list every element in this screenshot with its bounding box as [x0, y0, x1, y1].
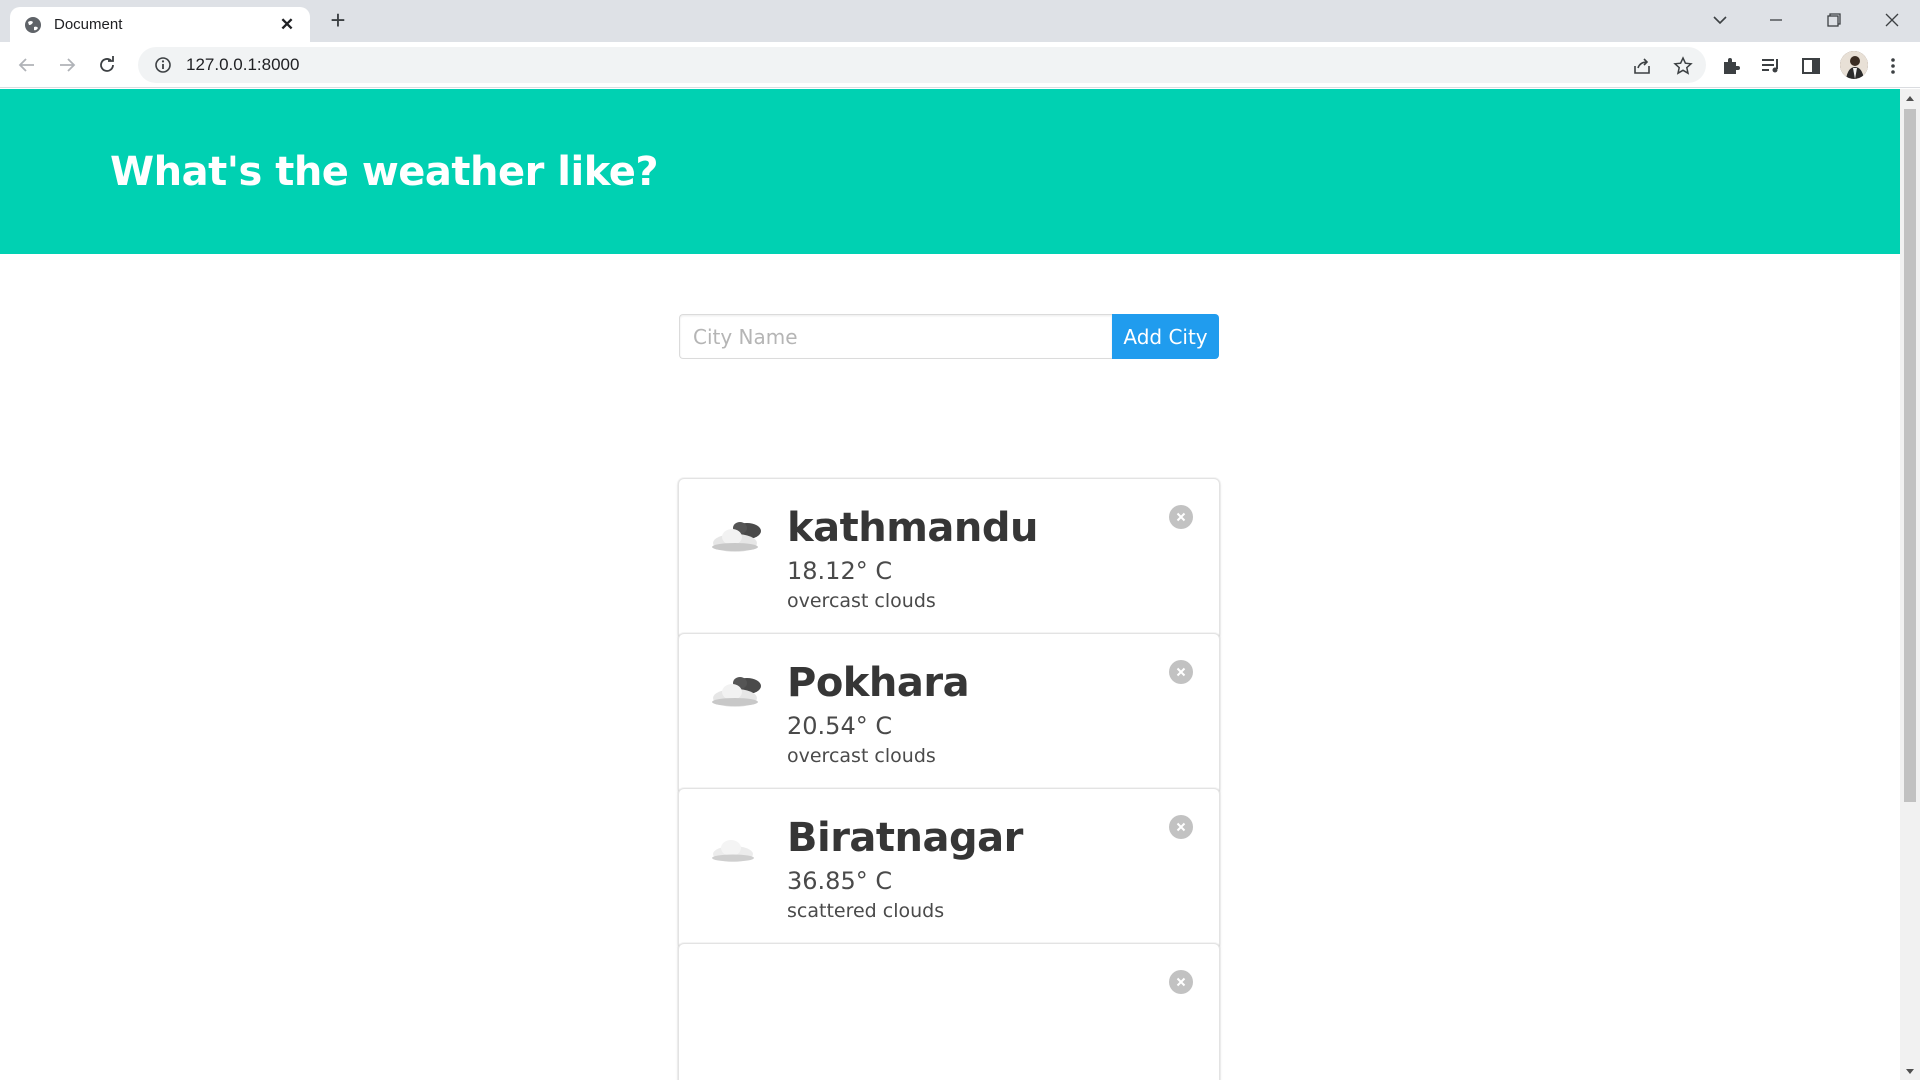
tab-title: Document	[54, 16, 123, 33]
triangle-down-icon	[1906, 1068, 1914, 1074]
triangle-up-icon	[1906, 95, 1914, 101]
delete-city-button[interactable]	[1169, 815, 1193, 839]
reload-button[interactable]	[93, 51, 121, 79]
city-name: Pokhara	[787, 660, 970, 706]
scroll-thumb[interactable]	[1904, 109, 1916, 802]
bookmark-star-icon[interactable]	[1673, 56, 1693, 76]
broken-clouds-icon	[712, 677, 761, 707]
add-city-form: Add City	[679, 314, 1219, 359]
arrow-right-icon	[60, 58, 76, 72]
weather-description: overcast clouds	[787, 745, 936, 767]
tab-search-button[interactable]	[1692, 0, 1748, 40]
restore-button[interactable]	[1806, 0, 1862, 40]
page-scrollbar[interactable]	[1900, 89, 1920, 1080]
delete-city-button[interactable]	[1169, 970, 1193, 994]
globe-icon	[25, 16, 41, 33]
browser-tab[interactable]: Document ✕	[10, 7, 310, 42]
tab-close-button[interactable]: ✕	[276, 15, 298, 35]
city-temperature: 20.54° C	[787, 712, 893, 740]
arrow-left-icon	[18, 58, 34, 72]
puzzle-icon	[1724, 58, 1740, 74]
address-bar[interactable]: 127.0.0.1:8000	[138, 47, 1706, 83]
scroll-down-button[interactable]	[1900, 1062, 1920, 1080]
profile-avatar[interactable]	[1840, 51, 1868, 79]
weather-card: kathmandu 18.12° C overcast clouds	[678, 478, 1220, 639]
city-temperature: 36.85° C	[787, 867, 893, 895]
side-panel-icon	[1802, 58, 1820, 74]
city-name: Biratnagar	[787, 815, 1023, 861]
browser-toolbar: 127.0.0.1:8000	[0, 42, 1920, 88]
reload-icon	[100, 56, 114, 72]
side-panel-button[interactable]	[1800, 55, 1822, 77]
page-title: What's the weather like?	[110, 149, 659, 195]
city-name-input[interactable]	[679, 314, 1112, 359]
weather-description: scattered clouds	[787, 900, 945, 922]
add-city-button[interactable]: Add City	[1112, 314, 1219, 359]
weather-card-partial	[678, 943, 1220, 1080]
close-icon	[1176, 512, 1186, 522]
share-icon[interactable]	[1632, 56, 1652, 76]
delete-city-button[interactable]	[1169, 660, 1193, 684]
hero-banner: What's the weather like?	[0, 89, 1900, 254]
delete-city-button[interactable]	[1169, 505, 1193, 529]
back-button[interactable]	[13, 51, 41, 79]
media-control-button[interactable]	[1760, 55, 1782, 77]
minimize-button[interactable]	[1748, 0, 1804, 40]
close-window-button[interactable]	[1864, 0, 1920, 40]
close-icon	[1885, 13, 1899, 27]
close-icon	[1176, 822, 1186, 832]
page-viewport: What's the weather like? Add City kathma…	[0, 89, 1900, 1080]
info-icon[interactable]	[154, 56, 172, 74]
chevron-down-icon	[1713, 16, 1727, 25]
extensions-button[interactable]	[1720, 55, 1742, 77]
scattered-clouds-icon	[712, 840, 754, 862]
browser-menu-button[interactable]	[1882, 55, 1904, 77]
playlist-icon	[1762, 59, 1778, 73]
new-tab-button[interactable]: +	[324, 7, 352, 35]
profile-picture-icon	[1840, 51, 1868, 79]
weather-card: Biratnagar 36.85° C scattered clouds	[678, 788, 1220, 949]
weather-card: Pokhara 20.54° C overcast clouds	[678, 633, 1220, 794]
more-vertical-icon	[1891, 58, 1895, 74]
city-temperature: 18.12° C	[787, 557, 893, 585]
broken-clouds-icon	[712, 522, 761, 552]
close-icon	[1176, 667, 1186, 677]
restore-icon	[1827, 13, 1841, 27]
scroll-up-button[interactable]	[1900, 89, 1920, 107]
url-text: 127.0.0.1:8000	[186, 55, 300, 74]
minimize-icon	[1770, 19, 1782, 21]
close-icon	[1176, 977, 1186, 987]
forward-button[interactable]	[53, 51, 81, 79]
tab-strip: Document ✕ +	[0, 0, 1920, 42]
city-name: kathmandu	[787, 505, 1038, 551]
weather-description: overcast clouds	[787, 590, 936, 612]
